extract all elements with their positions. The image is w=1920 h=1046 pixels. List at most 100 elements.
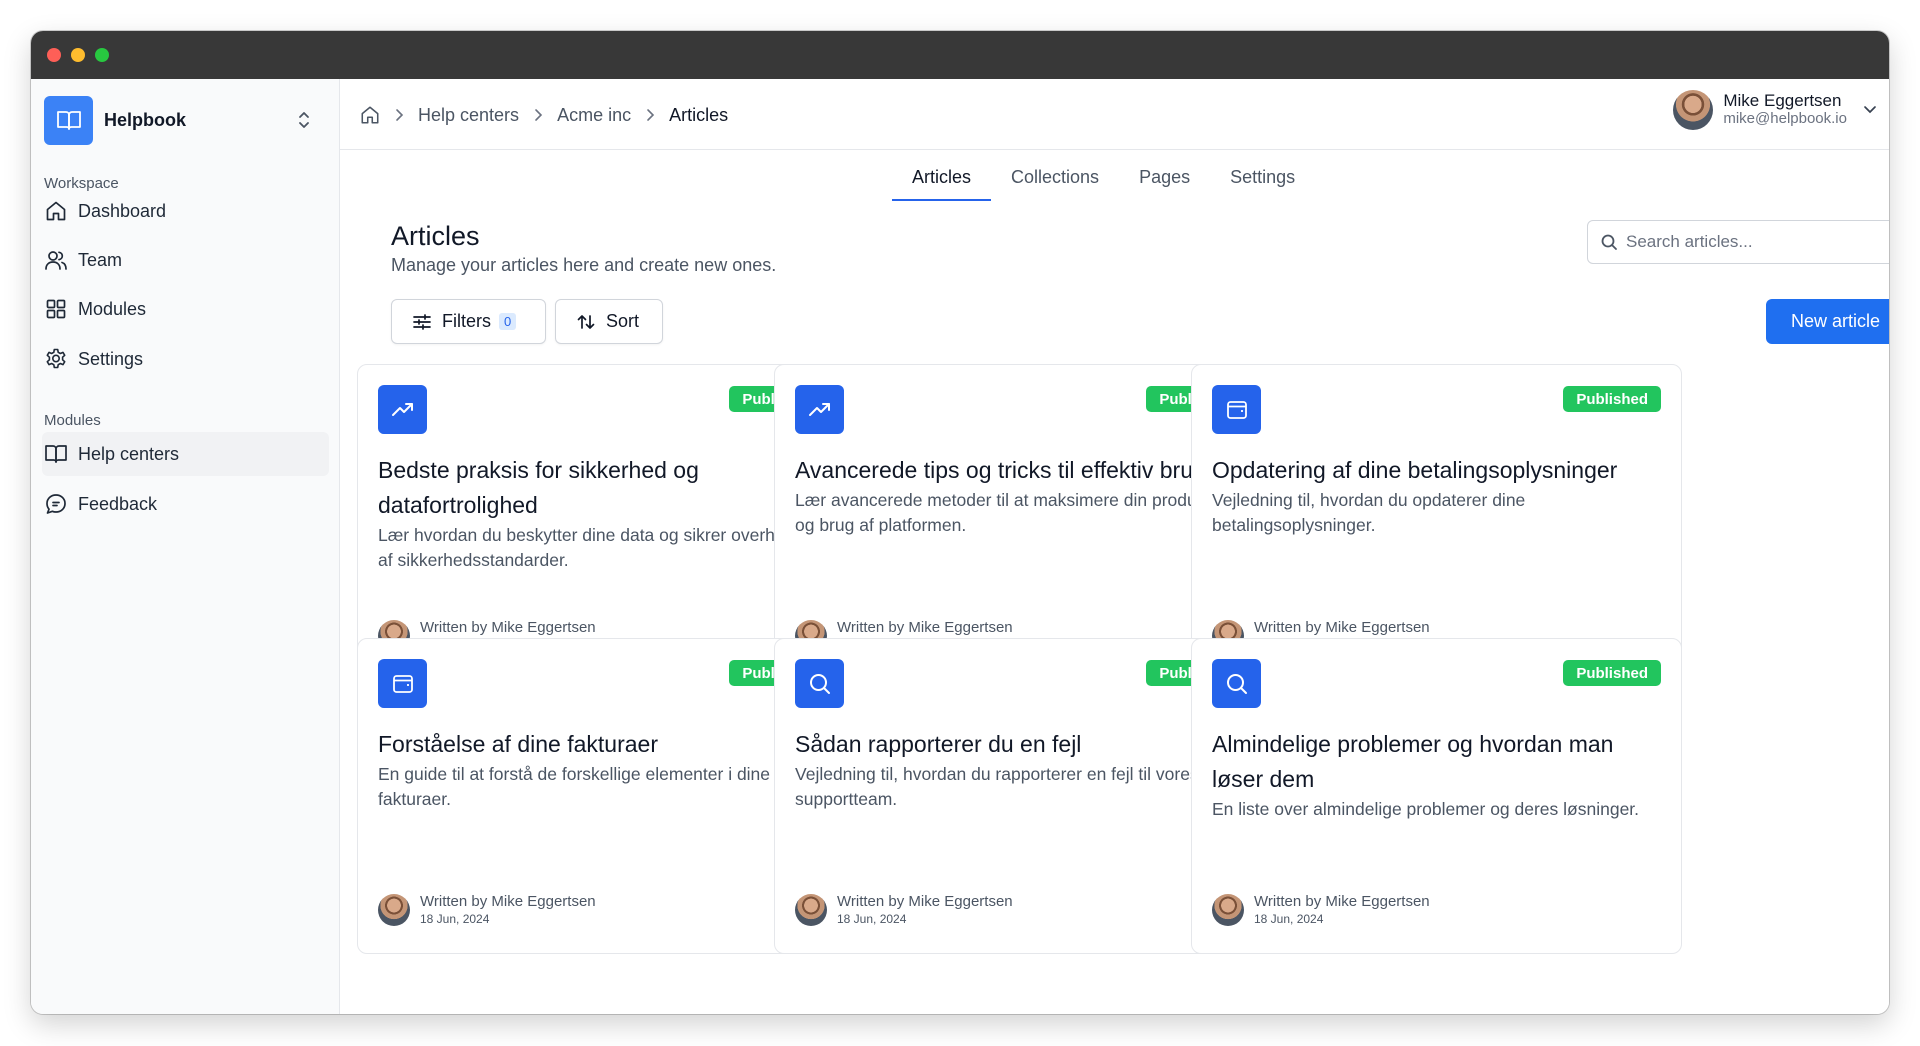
breadcrumb-current: Articles bbox=[669, 104, 729, 125]
book-icon bbox=[44, 442, 68, 466]
search-icon bbox=[1212, 659, 1261, 708]
author-name: Written by Mike Eggertsen bbox=[837, 893, 1013, 910]
sidebar-item-dashboard[interactable]: Dashboard bbox=[42, 189, 329, 233]
window-titlebar bbox=[31, 31, 1889, 79]
article-description: Lær hvordan du beskytter dine data og si… bbox=[378, 525, 831, 570]
wallet-icon bbox=[1212, 385, 1261, 434]
sliders-icon bbox=[412, 313, 432, 331]
breadcrumb-acme-inc[interactable]: Acme inc bbox=[557, 105, 631, 126]
close-window-button[interactable] bbox=[47, 48, 61, 62]
sidebar-item-team[interactable]: Team bbox=[42, 238, 329, 282]
search-icon bbox=[795, 659, 844, 708]
users-icon bbox=[44, 248, 68, 272]
minimize-window-button[interactable] bbox=[71, 48, 85, 62]
article-description: Lær avancerede metoder til at maksimere … bbox=[795, 490, 1247, 535]
user-email: mike@helpbook.io bbox=[1723, 110, 1847, 127]
wallet-icon bbox=[378, 659, 427, 708]
article-title: Forståelse af dine fakturaer bbox=[378, 731, 658, 757]
top-bar: Help centers Acme inc Articles Mike Egge… bbox=[340, 79, 1889, 150]
tab-settings[interactable]: Settings bbox=[1210, 163, 1315, 201]
chevron-down-icon bbox=[1863, 101, 1877, 119]
filters-label: Filters bbox=[442, 311, 491, 331]
sidebar-item-feedback[interactable]: Feedback bbox=[42, 482, 329, 526]
sidebar-item-label: Feedback bbox=[78, 493, 158, 514]
avatar bbox=[378, 893, 410, 926]
sidebar-item-label: Modules bbox=[78, 298, 147, 319]
avatar bbox=[795, 893, 827, 926]
sidebar: Helpbook Workspace Dashboard Team Module… bbox=[31, 79, 340, 1014]
author-name: Written by Mike Eggertsen bbox=[1254, 893, 1430, 910]
status-badge: Published bbox=[1563, 386, 1661, 412]
sidebar-item-settings[interactable]: Settings bbox=[42, 337, 329, 381]
author-name: Written by Mike Eggertsen bbox=[420, 893, 596, 910]
article-author: Written by Mike Eggertsen 18 Jun, 2024 bbox=[1212, 893, 1430, 926]
article-text-block: Sådan rapporterer du en fejl Vejledning t… bbox=[795, 727, 1250, 812]
tab-bar: Articles Collections Pages Settings bbox=[892, 163, 1315, 201]
sort-arrows-icon bbox=[576, 312, 596, 332]
search-icon bbox=[1600, 233, 1618, 251]
article-author: Written by Mike Eggertsen 18 Jun, 2024 bbox=[795, 893, 1013, 926]
trending-up-icon bbox=[795, 385, 844, 434]
tab-collections[interactable]: Collections bbox=[991, 163, 1119, 201]
sidebar-item-modules[interactable]: Modules bbox=[42, 287, 329, 331]
search-input[interactable] bbox=[1626, 232, 1886, 252]
article-card[interactable]: Published Almindelige problemer og hvorda… bbox=[1191, 638, 1682, 954]
article-title: Sådan rapporterer du en fejl bbox=[795, 731, 1082, 757]
article-text-block: Avancerede tips og tricks til effektiv b… bbox=[795, 453, 1250, 538]
article-author: Written by Mike Eggertsen 18 Jun, 2024 bbox=[378, 893, 596, 926]
article-date: 18 Jun, 2024 bbox=[837, 912, 907, 926]
avatar bbox=[1673, 90, 1714, 130]
sidebar-item-label: Dashboard bbox=[78, 200, 167, 221]
tab-pages[interactable]: Pages bbox=[1119, 163, 1210, 201]
filters-button[interactable]: Filters 0 bbox=[391, 299, 546, 344]
tab-articles[interactable]: Articles bbox=[892, 163, 992, 201]
chevron-up-down-icon bbox=[295, 109, 313, 136]
article-text-block: Bedste praksis for sikkerhed og datafort… bbox=[378, 453, 833, 573]
sort-label: Sort bbox=[606, 311, 640, 331]
main-content: Help centers Acme inc Articles Mike Egge… bbox=[340, 79, 1889, 1014]
zoom-window-button[interactable] bbox=[95, 48, 109, 62]
article-text-block: Opdatering af dine betalingsoplysninger V… bbox=[1212, 453, 1667, 538]
author-name: Written by Mike Eggertsen bbox=[420, 619, 596, 636]
article-description: Vejledning til, hvordan du rapporterer e… bbox=[795, 764, 1199, 809]
chevron-right-icon bbox=[645, 108, 655, 122]
new-article-button[interactable]: New article bbox=[1766, 299, 1889, 344]
grid-icon bbox=[44, 297, 68, 321]
article-text-block: Almindelige problemer og hvordan man løs… bbox=[1212, 727, 1667, 822]
app-window: Helpbook Workspace Dashboard Team Module… bbox=[31, 31, 1889, 1014]
status-badge: Published bbox=[1563, 660, 1661, 686]
chevron-right-icon bbox=[394, 108, 404, 122]
page-title: Articles bbox=[391, 221, 480, 251]
home-icon[interactable] bbox=[360, 105, 380, 125]
sidebar-item-label: Team bbox=[78, 249, 123, 270]
article-title: Almindelige problemer og hvordan man løs… bbox=[1212, 731, 1614, 792]
breadcrumb-help-centers[interactable]: Help centers bbox=[418, 105, 519, 126]
article-description: En liste over almindelige problemer og d… bbox=[1212, 799, 1640, 819]
filters-count-badge: 0 bbox=[499, 313, 517, 330]
author-name: Written by Mike Eggertsen bbox=[1254, 619, 1430, 636]
book-open-icon bbox=[44, 95, 93, 145]
sidebar-item-label: Help centers bbox=[78, 443, 180, 464]
article-title: Bedste praksis for sikkerhed og datafort… bbox=[378, 457, 699, 518]
author-name: Written by Mike Eggertsen bbox=[837, 619, 1013, 636]
workspace-switcher[interactable]: Helpbook bbox=[44, 95, 327, 145]
article-description: En guide til at forstå de forskellige el… bbox=[378, 764, 771, 809]
user-name: Mike Eggertsen bbox=[1723, 91, 1842, 110]
article-title: Opdatering af dine betalingsoplysninger bbox=[1212, 457, 1618, 483]
page-subtitle: Manage your articles here and create new… bbox=[391, 255, 777, 275]
gear-icon bbox=[44, 347, 68, 371]
article-card[interactable]: Published Opdatering af dine betalingsopl… bbox=[1191, 364, 1682, 680]
article-text-block: Forståelse af dine fakturaer En guide til… bbox=[378, 727, 833, 812]
sidebar-item-label: Settings bbox=[78, 348, 144, 369]
article-description: Vejledning til, hvordan du opdaterer din… bbox=[1212, 490, 1526, 535]
article-date: 18 Jun, 2024 bbox=[420, 912, 490, 926]
chevron-right-icon bbox=[533, 108, 543, 122]
sort-button[interactable]: Sort bbox=[555, 299, 663, 344]
article-title: Avancerede tips og tricks til effektiv b… bbox=[795, 457, 1206, 483]
article-date: 18 Jun, 2024 bbox=[1254, 912, 1324, 926]
chat-icon bbox=[44, 492, 68, 516]
sidebar-item-help-centers[interactable]: Help centers bbox=[42, 432, 329, 476]
app: Helpbook Workspace Dashboard Team Module… bbox=[31, 79, 1889, 1014]
user-menu[interactable]: Mike Eggertsen mike@helpbook.io bbox=[1673, 90, 1877, 130]
home-icon bbox=[44, 199, 68, 223]
